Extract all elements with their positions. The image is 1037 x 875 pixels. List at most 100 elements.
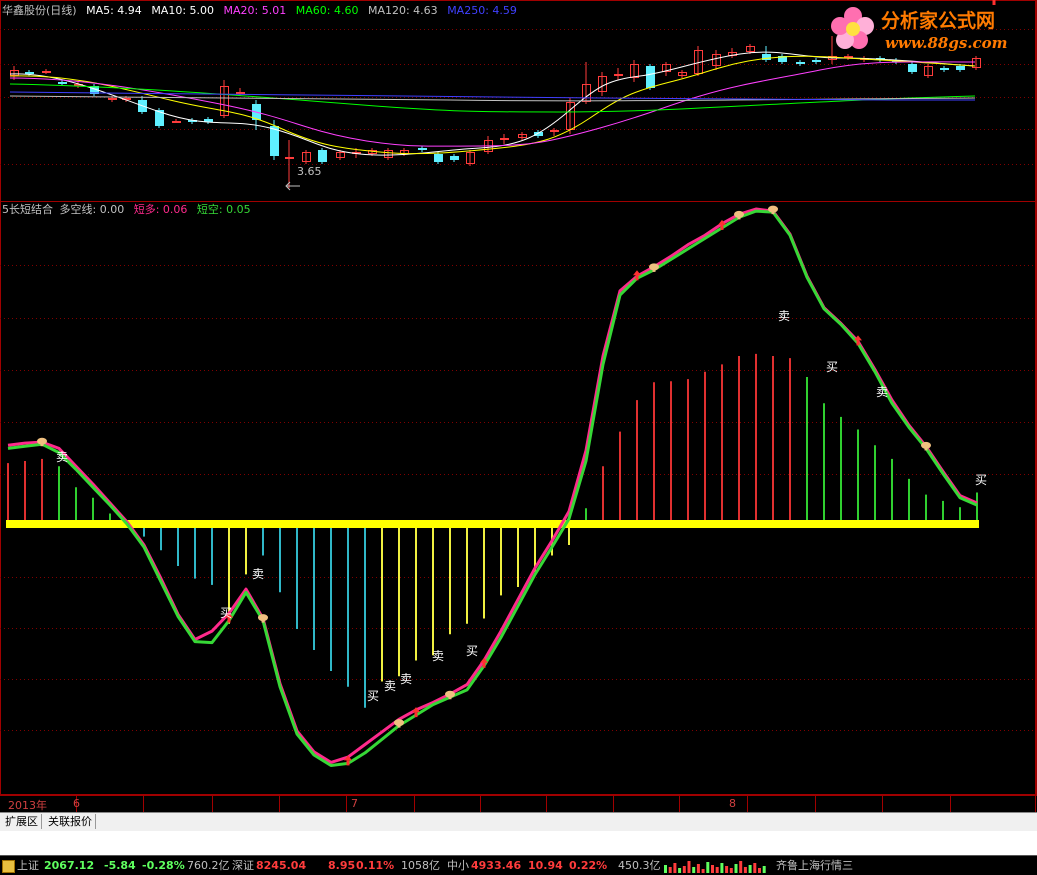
sh-value: 2067.12 (44, 859, 95, 872)
indicator-panel-header: 5长短结合 多空线: 0.00 短多: 0.06 短空: 0.05 (2, 203, 257, 217)
sell-signal-label: 卖 (400, 672, 412, 686)
mini-bar (753, 863, 757, 873)
moving-average-line (9, 55, 976, 155)
site-logo: 分析家公式网 www.88gs.com (829, 4, 1029, 54)
mini-bar (706, 862, 710, 873)
sell-signal-label: 卖 (56, 450, 68, 464)
candle-body (940, 68, 949, 70)
candle-body (908, 64, 917, 72)
quote-source[interactable]: 齐鲁上海行情三 (776, 856, 853, 875)
dk-line-value: 多空线: 0.00 (59, 203, 125, 216)
ma5-value: MA5: 4.94 (86, 4, 142, 17)
mini-bar (687, 861, 691, 873)
candle-body (450, 156, 459, 160)
ma120-value: MA120: 4.63 (367, 4, 438, 17)
sh-label: 上证 (17, 859, 39, 872)
sh-amount: 760.2亿 (187, 859, 230, 872)
flower-icon (831, 7, 874, 49)
price-panel-header: 华鑫股份(日线) MA5: 4.94 MA10: 5.00 MA20: 5.01… (2, 4, 523, 18)
ma60-value: MA60: 4.60 (295, 4, 359, 17)
sz-amount: 1058亿 (401, 859, 440, 872)
mini-bar (739, 861, 743, 873)
buy-signal-label: 买 (975, 473, 987, 487)
bottom-tab-bar: 扩展区 关联报价 (0, 812, 1037, 831)
short-short-value: 短空: 0.05 (196, 203, 251, 216)
candle-body (550, 130, 559, 132)
candle-body (614, 74, 623, 76)
low-price-label: 3.65 (297, 165, 322, 178)
zx-amount: 450.3亿 (618, 859, 661, 872)
mini-bar (678, 868, 682, 873)
logo-url: www.88gs.com (885, 34, 1008, 52)
candle-body (418, 148, 427, 150)
moving-average-line (9, 61, 976, 147)
chart-canvas: 卖卖买买卖 卖卖 买卖买卖买 (0, 0, 1037, 812)
sell-signal-label: 卖 (876, 385, 888, 399)
tab-extension-area[interactable]: 扩展区 (2, 814, 42, 829)
zx-value: 4933.46 (471, 859, 522, 872)
mini-bar (743, 867, 747, 873)
index-icon[interactable] (2, 860, 15, 873)
buy-signal-label: 买 (220, 606, 232, 620)
mini-bar (673, 863, 677, 873)
blank-panel (0, 831, 1037, 855)
candle-body (108, 98, 117, 100)
tab-related-quotes[interactable]: 关联报价 (45, 814, 96, 829)
sell-signal-label: 卖 (384, 679, 396, 693)
stock-name: 华鑫股份(日线) (2, 4, 77, 17)
ma20-value: MA20: 5.01 (223, 4, 287, 17)
sell-signal-label: 卖 (778, 309, 790, 323)
candle-body (25, 72, 34, 74)
mini-volume-bars (664, 861, 766, 873)
ma10-value: MA10: 5.00 (151, 4, 215, 17)
candle-body (500, 138, 509, 140)
mini-bar (696, 864, 700, 873)
mini-bar (748, 865, 752, 873)
candle-body (318, 150, 327, 162)
x-label-august: 8 (729, 797, 736, 810)
mushroom-icon (258, 614, 268, 623)
mini-bar (711, 865, 714, 873)
sz-change: 8.95 (328, 859, 356, 872)
candle-body (285, 157, 294, 159)
candle-body (956, 66, 965, 70)
candle-body (434, 154, 443, 162)
mini-bar (758, 868, 761, 873)
sell-signal-label: 卖 (252, 567, 264, 581)
buy-signal-label: 买 (367, 689, 379, 703)
mini-bar (720, 863, 724, 873)
sz-percent: 0.11% (356, 859, 395, 872)
sz-label: 深证 (232, 859, 254, 872)
mini-bar (734, 864, 738, 873)
sz-value: 8245.04 (256, 859, 307, 872)
indicator-bars (6, 353, 979, 708)
short-short-line (7, 209, 978, 767)
candle-body (58, 82, 67, 84)
short-long-value: 短多: 0.06 (133, 203, 188, 216)
mini-bar (715, 867, 719, 873)
sell-signal-label: 卖 (432, 649, 444, 663)
index-status-bar: 上证 2067.12 -5.84 -0.28% 760.2亿 深证 8245.0… (0, 855, 1037, 875)
buy-signal-label: 买 (826, 360, 838, 374)
mushroom-icon (394, 719, 404, 728)
mini-bar (725, 866, 729, 873)
mini-bar (664, 865, 667, 873)
zx-label: 中小 (447, 859, 469, 872)
price-candles (9, 36, 981, 191)
signal-markers: 卖卖买买卖 卖卖 买卖买卖买 (37, 0, 996, 766)
x-label-year: 2013年 (8, 799, 47, 812)
candle-body (646, 66, 655, 88)
sh-percent: -0.28% (142, 859, 185, 872)
mini-bar (682, 866, 686, 873)
zero-line (6, 520, 979, 528)
mini-bar (701, 869, 705, 873)
indicator-lines (7, 207, 978, 767)
logo-text: 分析家公式网 (881, 10, 996, 32)
indicator-name: 5长短结合 (2, 203, 53, 216)
moving-average-line (9, 51, 976, 156)
candle-body (844, 56, 853, 58)
candle-body (172, 121, 181, 123)
zx-change: 10.94 (528, 859, 563, 872)
x-label-july: 7 (351, 797, 358, 810)
buy-signal-label: 买 (466, 644, 478, 658)
